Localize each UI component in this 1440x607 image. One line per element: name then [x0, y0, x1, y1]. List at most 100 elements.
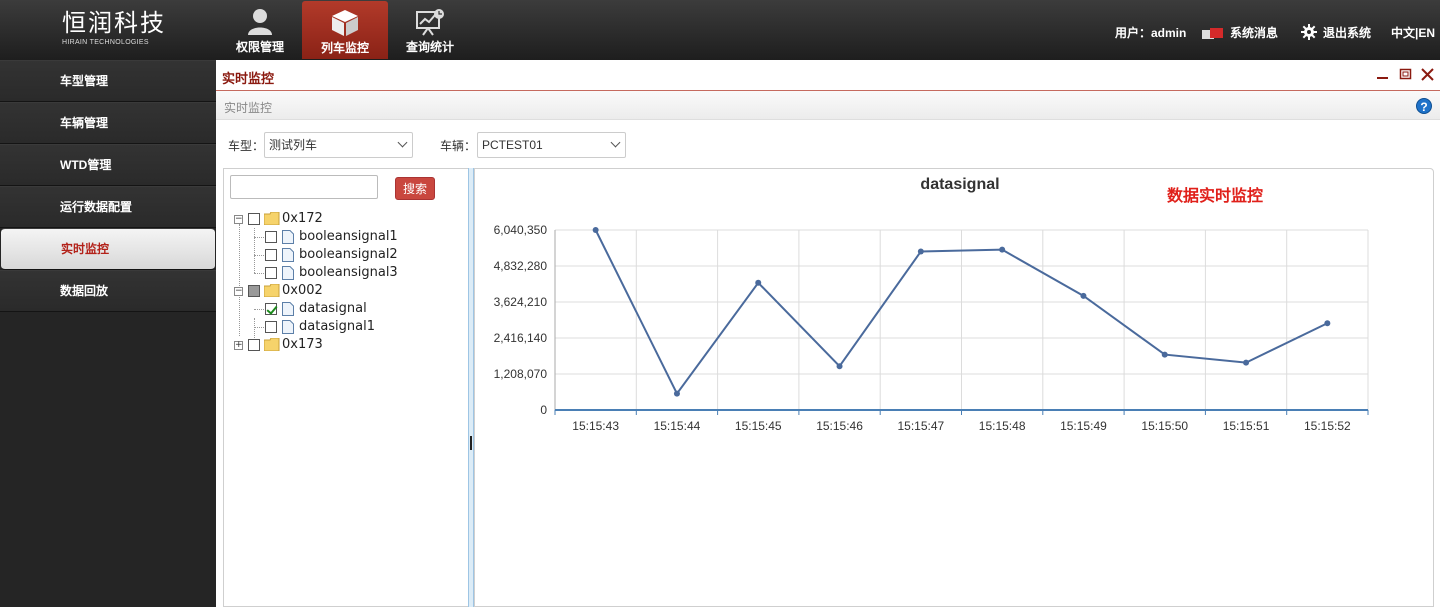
system-messages-button[interactable]: 系统消息 [1202, 24, 1278, 41]
collapse-icon[interactable]: − [234, 215, 243, 224]
data-point [592, 227, 599, 233]
vehicle-label: 车辆： [440, 139, 477, 153]
tree-checkbox[interactable] [265, 321, 277, 333]
x-tick-label: 15:15:44 [654, 419, 701, 433]
tree-node-label: datasignal1 [299, 319, 376, 334]
x-tick-label: 15:15:51 [1223, 419, 1270, 433]
minimize-icon[interactable] [1376, 68, 1389, 84]
tree-node-label: booleansignal2 [299, 247, 398, 262]
sidebar-item-vehicle[interactable]: 车辆管理 [0, 102, 216, 144]
tree-leaf[interactable]: datasignal [232, 300, 432, 318]
data-point [1080, 292, 1087, 299]
tree-checkbox[interactable] [248, 213, 260, 225]
file-icon [282, 302, 294, 316]
tree-node-label: 0x002 [282, 283, 323, 298]
file-icon [282, 266, 294, 280]
tree-checkbox[interactable] [265, 231, 277, 243]
data-point [755, 279, 762, 286]
tree-leaf[interactable]: booleansignal1 [232, 228, 432, 246]
sidebar-item-model[interactable]: 车型管理 [0, 60, 216, 102]
logo-subtext: HIRAIN TECHNOLOGIES [62, 39, 149, 46]
language-switch[interactable]: 中文|EN [1391, 24, 1435, 41]
tree-checkbox[interactable] [248, 285, 260, 297]
tree-node-group[interactable]: − 0x172 [232, 210, 432, 228]
nav-label: 列车监控 [320, 41, 369, 55]
tree-node-label: datasignal [299, 301, 367, 316]
y-tick-label: 1,208,070 [494, 367, 548, 381]
data-point [1243, 359, 1250, 366]
search-input[interactable] [230, 175, 378, 199]
sidebar-item-wtd[interactable]: WTD管理 [0, 144, 216, 186]
main-panel: 实时监控 实时监控 ? 车型： 测试列车 车辆： PCTEST01 搜索 − 0… [216, 60, 1440, 607]
gear-icon [1301, 24, 1317, 40]
breadcrumb-bar: 实时监控 ? [216, 91, 1440, 120]
tree-checkbox[interactable] [265, 303, 277, 315]
maximize-icon[interactable] [1399, 68, 1412, 84]
file-icon [282, 248, 294, 262]
chart-panel: datasignal 数据实时监控 0 1,208,070 2,416,140 3,6… [474, 168, 1434, 607]
y-tick-label: 0 [540, 403, 547, 417]
nav-query-stats[interactable]: 查询统计 [387, 0, 473, 60]
nav-train-monitor[interactable]: 列车监控 [302, 1, 388, 59]
nav-label: 查询统计 [405, 40, 454, 54]
vehicle-select-value: PCTEST01 [482, 138, 543, 152]
y-tick-label: 2,416,140 [494, 331, 548, 345]
x-tick-label: 15:15:50 [1141, 419, 1188, 433]
x-tick-label: 15:15:47 [897, 419, 944, 433]
x-tick-label: 15:15:52 [1304, 419, 1351, 433]
data-point [673, 390, 680, 397]
close-icon[interactable] [1421, 68, 1434, 84]
stats-board-icon [416, 9, 444, 36]
sidebar-item-data-playback[interactable]: 数据回放 [0, 270, 216, 312]
window-controls [1370, 68, 1434, 84]
expand-icon[interactable]: + [234, 341, 243, 350]
tree-node-label: 0x173 [282, 337, 323, 352]
filter-row: 车型： 测试列车 车辆： PCTEST01 [216, 132, 816, 158]
system-messages-label: 系统消息 [1230, 26, 1279, 40]
splitter-grip[interactable] [470, 436, 472, 450]
file-icon [282, 230, 294, 244]
data-point [1161, 351, 1168, 358]
tree-node-group[interactable]: − 0x002 [232, 282, 432, 300]
tree-leaf[interactable]: datasignal1 [232, 318, 432, 336]
folder-icon [264, 284, 280, 297]
folder-icon [264, 212, 280, 225]
tree-node-group[interactable]: + 0x173 [232, 336, 432, 354]
chevron-down-icon [397, 137, 408, 148]
y-tick-label: 3,624,210 [494, 295, 548, 309]
tree-leaf[interactable]: booleansignal3 [232, 264, 432, 282]
data-point [917, 248, 924, 255]
top-bar: 恒润科技 HIRAIN TECHNOLOGIES 权限管理 列车监控 查询统计 … [0, 0, 1440, 60]
logo: 恒润科技 HIRAIN TECHNOLOGIES [62, 8, 172, 46]
x-tick-label: 15:15:45 [735, 419, 782, 433]
x-tick-label: 15:15:48 [979, 419, 1026, 433]
logout-button[interactable]: 退出系统 [1301, 24, 1371, 41]
tree-node-label: 0x172 [282, 211, 323, 226]
data-point [999, 246, 1006, 253]
collapse-icon[interactable]: − [234, 287, 243, 296]
line-chart: 0 1,208,070 2,416,140 3,624,210 4,832,280 6,0… [494, 223, 1369, 433]
x-tick-label: 15:15:43 [572, 419, 619, 433]
tree-node-label: booleansignal1 [299, 229, 398, 244]
help-icon[interactable]: ? [1416, 98, 1432, 114]
vehicle-select[interactable]: PCTEST01 [477, 132, 626, 158]
search-button[interactable]: 搜索 [395, 177, 435, 200]
tree-checkbox[interactable] [248, 339, 260, 351]
model-select[interactable]: 测试列车 [264, 132, 413, 158]
message-icon [1202, 28, 1223, 39]
file-icon [282, 320, 294, 334]
sidebar-item-run-data-config[interactable]: 运行数据配置 [0, 186, 216, 228]
tree-checkbox[interactable] [265, 267, 277, 279]
data-point [836, 363, 843, 370]
sidebar-item-realtime-monitor[interactable]: 实时监控 [1, 228, 215, 270]
folder-icon [264, 338, 280, 351]
tree-node-label: booleansignal3 [299, 265, 398, 280]
chevron-down-icon [610, 137, 621, 148]
data-point [1324, 320, 1331, 327]
tree-checkbox[interactable] [265, 249, 277, 261]
panel-header: 实时监控 [216, 60, 1440, 91]
tree-leaf[interactable]: booleansignal2 [232, 246, 432, 264]
signal-tree-panel: 搜索 − 0x172 booleansignal1 booleansignal2… [223, 168, 468, 607]
nav-permission[interactable]: 权限管理 [217, 0, 303, 60]
y-tick-label: 4,832,280 [494, 259, 548, 273]
